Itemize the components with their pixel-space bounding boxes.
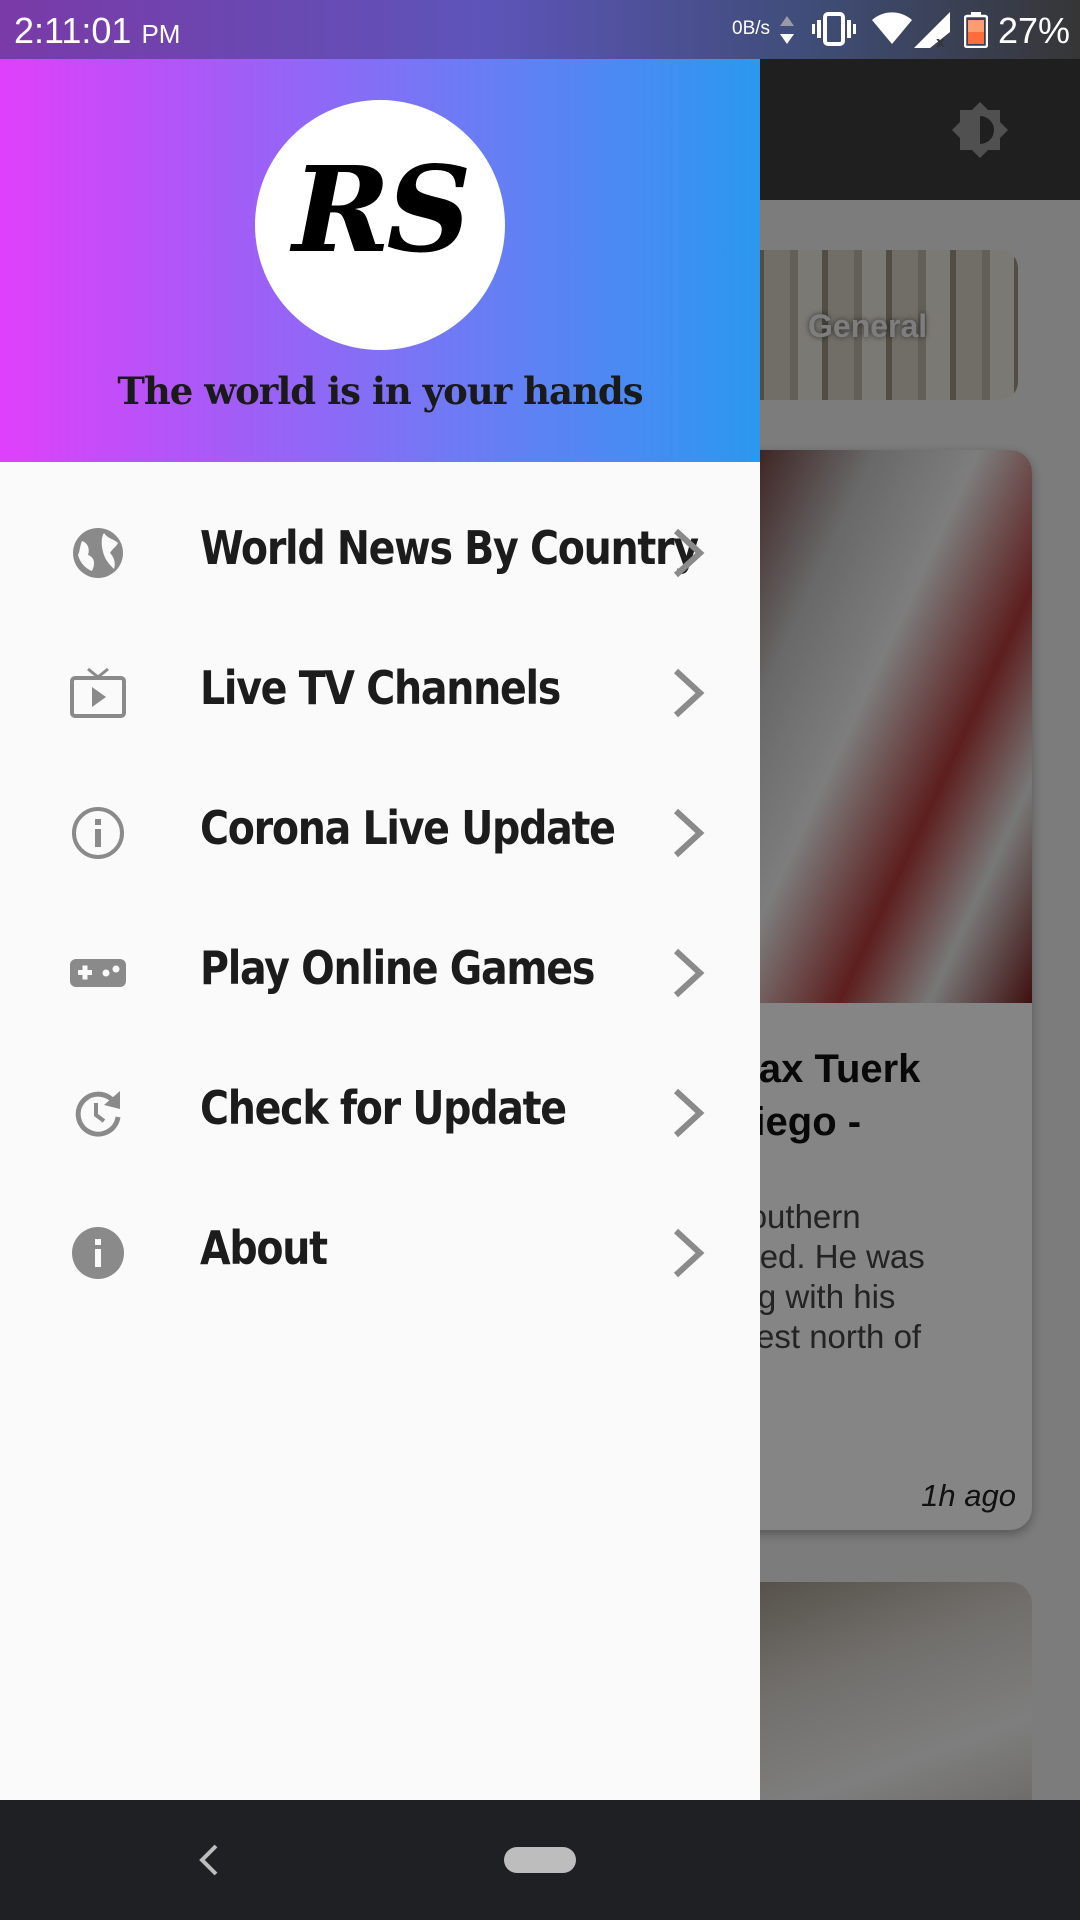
menu-item-online-games[interactable]: Play Online Games (0, 903, 760, 1043)
chevron-right-icon (673, 528, 705, 578)
globe-icon (73, 528, 123, 578)
system-nav-bar (0, 1800, 1080, 1920)
menu-item-world-news[interactable]: World News By Country (0, 483, 760, 623)
status-ampm: PM (141, 19, 181, 49)
info-icon (72, 1227, 124, 1279)
chevron-right-icon (673, 1228, 705, 1278)
menu-item-label: World News By Country (200, 521, 699, 575)
chevron-right-icon (673, 808, 705, 858)
menu-item-check-update[interactable]: Check for Update (0, 1043, 760, 1183)
app-logo: RS (255, 100, 505, 350)
menu-item-about[interactable]: About (0, 1183, 760, 1323)
back-icon[interactable] (196, 1838, 222, 1882)
gamepad-icon (70, 959, 126, 987)
chevron-right-icon (673, 1088, 705, 1138)
menu-item-label: Live TV Channels (200, 661, 561, 715)
menu-item-label: Play Online Games (200, 941, 595, 995)
menu-item-label: About (200, 1221, 328, 1275)
menu-item-live-tv[interactable]: Live TV Channels (0, 623, 760, 763)
app-tagline: The world is in your hands (117, 369, 643, 413)
navigation-drawer: RS The world is in your hands World News… (0, 59, 760, 1800)
battery-icon (964, 12, 988, 48)
chevron-right-icon (673, 948, 705, 998)
wifi-icon (872, 12, 912, 44)
info-outline-icon (72, 807, 124, 859)
status-bar: 2:11:01 PM 0B/s x 27% (0, 0, 1080, 59)
home-button[interactable] (504, 1847, 576, 1873)
update-icon (75, 1091, 121, 1137)
net-speed: 0B/s (732, 18, 771, 39)
logo-text: RS (292, 140, 471, 279)
tv-icon (70, 667, 126, 718)
drawer-header: RS The world is in your hands (0, 59, 760, 462)
menu-item-corona-update[interactable]: Corona Live Update (0, 763, 760, 903)
signal-icon: x (914, 12, 950, 48)
menu-item-label: Check for Update (200, 1081, 567, 1135)
status-time: 2:11:01 PM (14, 10, 181, 51)
vibrate-icon (812, 12, 856, 46)
chevron-right-icon (673, 668, 705, 718)
menu-item-label: Corona Live Update (200, 801, 616, 855)
data-arrows-icon (780, 16, 794, 44)
battery-percent: 27% (998, 10, 1071, 51)
svg-text:x: x (936, 35, 945, 48)
